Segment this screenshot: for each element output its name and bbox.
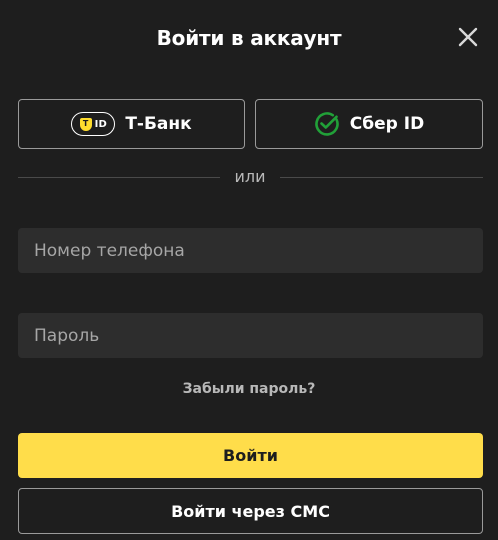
forgot-password-link[interactable]: Забыли пароль? (0, 378, 498, 400)
divider-line-right (280, 177, 483, 178)
tbank-id-icon: T ID (71, 112, 116, 136)
tbank-shield-icon: T (79, 117, 92, 131)
close-button[interactable] (455, 24, 481, 50)
close-icon (458, 27, 478, 47)
modal-title: Войти в аккаунт (156, 26, 342, 50)
tbank-id-badge-text: ID (94, 118, 108, 130)
login-modal: Войти в аккаунт T ID Т-Банк Сбер ID или … (0, 0, 498, 540)
login-via-sms-button[interactable]: Войти через СМС (18, 488, 483, 534)
login-submit-button[interactable]: Войти (18, 433, 483, 478)
sber-check-icon (315, 112, 339, 136)
password-input[interactable] (18, 313, 483, 358)
sber-id-login-label: Сбер ID (349, 114, 425, 134)
divider-line-left (18, 177, 220, 178)
divider-text: или (234, 167, 266, 186)
tbank-login-label: Т-Банк (125, 114, 192, 134)
tbank-login-button[interactable]: T ID Т-Банк (18, 99, 245, 149)
sber-id-login-button[interactable]: Сбер ID (255, 99, 483, 149)
phone-input[interactable] (18, 228, 483, 273)
or-divider: или (18, 166, 483, 188)
